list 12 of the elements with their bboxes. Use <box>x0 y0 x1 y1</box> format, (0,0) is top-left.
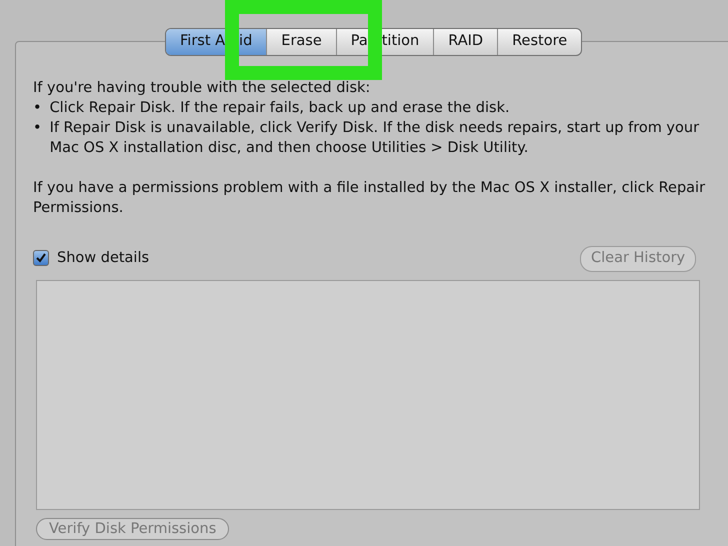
permissions-note: If you have a permissions problem with a file installed by the Mac OS X installer, click Repair Permissions. <box>33 179 706 218</box>
tab[interactable]: Pa tition <box>336 29 434 55</box>
checkbox-label: Show details <box>57 249 150 268</box>
tab[interactable]: Restore <box>498 29 582 55</box>
tab[interactable]: RAID <box>434 29 498 55</box>
bullet-text: Click Repair Disk. If the repair fails, back up and erase the disk. <box>50 99 510 118</box>
bullet-mark: • <box>33 99 42 118</box>
bullet-mark: • <box>33 119 42 138</box>
intro-text: If you're having trouble with the selected disk: <box>33 79 372 98</box>
checkbox[interactable] <box>33 250 49 266</box>
bullet-text: If Repair Disk is unavailable, click Verify Disk. If the disk needs repairs, start up from your Mac OS X installation disc, and then choose Utilities > Disk Utility. <box>50 119 700 158</box>
tab[interactable]: Erase <box>267 29 337 55</box>
